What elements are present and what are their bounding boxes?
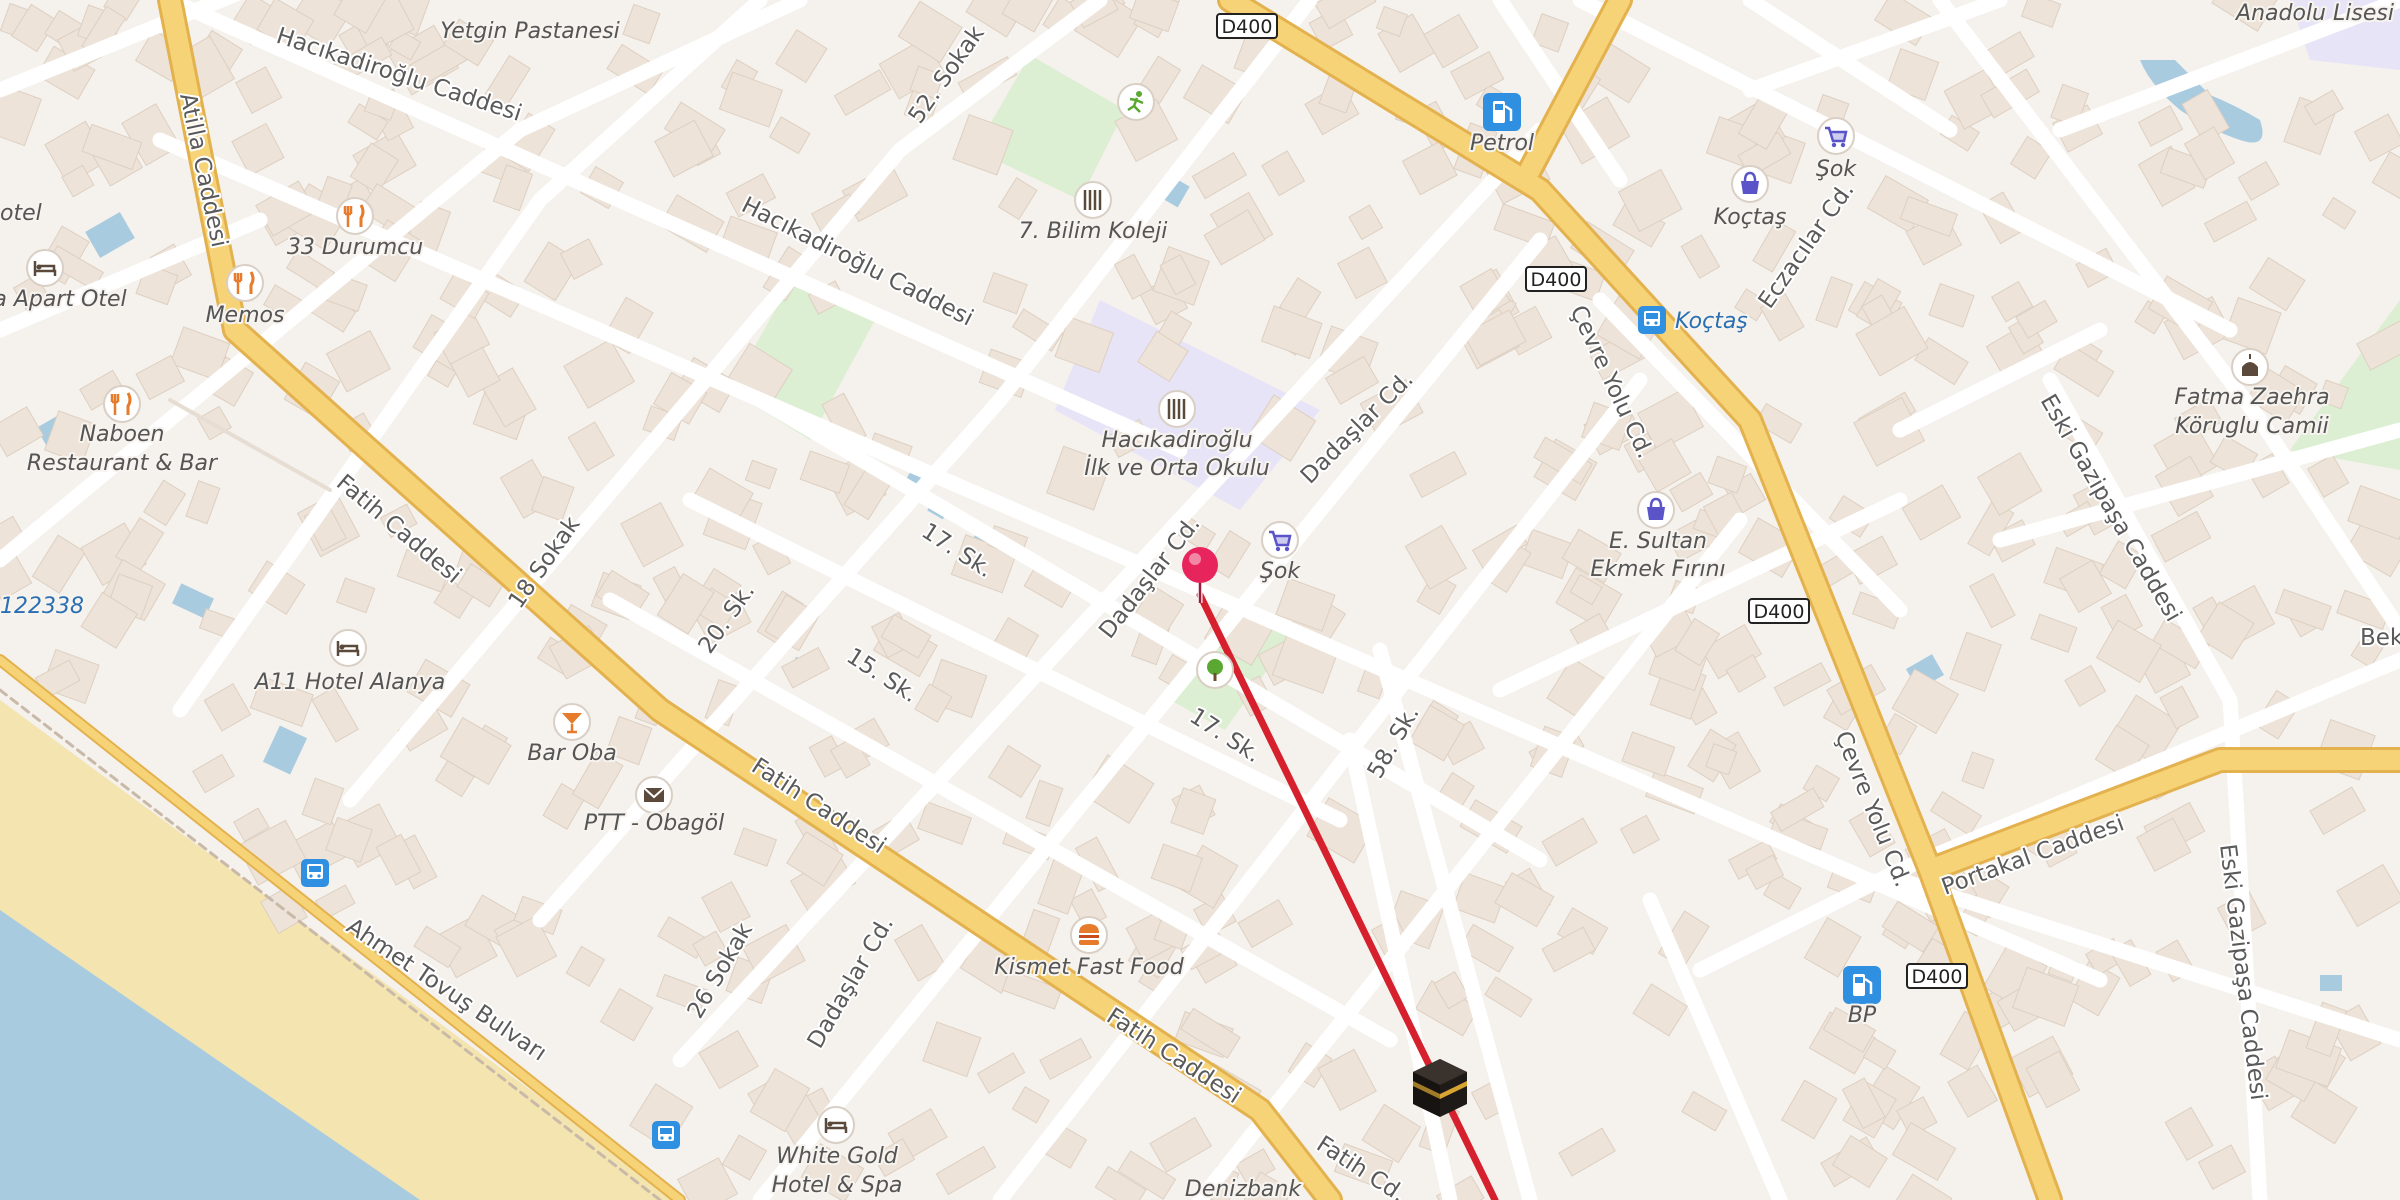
burger-icon [1070, 916, 1108, 954]
poi-label: E. Sultan [1609, 529, 1707, 554]
poi-anadolu-lisesi[interactable]: Anadolu Lisesi [2232, 0, 2396, 28]
poi-denizbank[interactable]: Denizbank [1183, 1175, 1304, 1200]
poi-label: Anadolu Lisesi [2234, 1, 2394, 26]
restaurant-icon [226, 264, 264, 302]
mail-icon [635, 776, 673, 814]
poi-label: Hacıkadiroğlu [1101, 428, 1252, 453]
poi-label: Naboen [80, 422, 165, 447]
poi-label: Ekmek Fırını [1590, 557, 1725, 582]
poi-label: Restaurant & Bar [27, 451, 219, 476]
poi-label: A11 Hotel Alanya [253, 670, 445, 695]
cart-icon [1817, 117, 1855, 155]
hotel-icon [26, 249, 64, 287]
school-icon [1074, 181, 1112, 219]
poi-label: Denizbank [1185, 1177, 1302, 1200]
hotel-icon [817, 1106, 855, 1144]
d400-shield-right: D400 [1748, 598, 1810, 624]
poi-label: Kismet Fast Food [994, 955, 1184, 980]
svg-text:D400: D400 [1222, 16, 1273, 38]
poi-label: Fatma Zaehra [2174, 385, 2329, 410]
svg-text:D400: D400 [1754, 601, 1805, 623]
poi-122338[interactable]: 122338 [0, 592, 86, 621]
poi-bp[interactable]: BP [1843, 966, 1881, 1030]
restaurant-icon [336, 197, 374, 235]
poi-label: Koçtaş [1675, 309, 1748, 334]
tree-icon [1196, 651, 1234, 689]
bus-icon [652, 1121, 680, 1149]
svg-text:D400: D400 [1531, 269, 1582, 291]
poi-label: Yetgin Pastanesi [440, 19, 620, 44]
poi-label: BP [1848, 1003, 1877, 1028]
mosque-icon [2231, 348, 2269, 386]
poi-label: 122338 [0, 594, 84, 619]
school-icon [1158, 390, 1196, 428]
poi-label: Hotel & Spa [772, 1173, 903, 1198]
poi-bus-bottom[interactable] [652, 1121, 680, 1149]
poi-label: Koçtaş [1714, 205, 1787, 230]
poi-yetgin-pastanesi[interactable]: Yetgin Pastanesi [438, 17, 622, 46]
poi-label: Bar Oba [527, 741, 616, 766]
d400-shield-top: D400 [1216, 13, 1278, 39]
fuel-icon [1483, 93, 1521, 131]
bus-icon [1638, 306, 1666, 334]
restaurant-icon [103, 385, 141, 423]
bag-icon [1731, 165, 1769, 203]
poi-label: Petrol [1470, 131, 1534, 156]
poi-label: Memos [206, 303, 285, 328]
d400-shield-bottom: D400 [1906, 963, 1968, 989]
street-bek: Bek [2360, 625, 2400, 651]
poi-label: İlk ve Orta Okulu [1084, 455, 1269, 481]
poi-label: otel [0, 201, 42, 226]
fuel-icon [1843, 966, 1881, 1004]
cocktail-icon [553, 703, 591, 741]
poi-label: Şok [1816, 157, 1857, 182]
poi-park-tree[interactable] [1196, 651, 1234, 689]
poi-sports[interactable] [1117, 83, 1155, 121]
poi-label: Köruglu Camii [2175, 414, 2329, 439]
svg-text:D400: D400 [1912, 966, 1963, 988]
poi-label: PTT - Obagöl [584, 811, 724, 836]
d400-shield-mid: D400 [1525, 266, 1587, 292]
poi-otel-edge[interactable]: otel [0, 199, 44, 228]
cart-icon [1261, 521, 1299, 559]
poi-label: 7. Bilim Koleji [1019, 219, 1168, 244]
poi-koctas-bus[interactable]: Koçtaş [1638, 306, 1750, 336]
poi-label: White Gold [776, 1144, 899, 1169]
running-icon [1117, 83, 1155, 121]
map-canvas[interactable]: Hacıkadiroğlu Caddesi Hacıkadiroğlu Cadd… [0, 0, 2400, 1200]
poi-label: 33 Durumcu [287, 235, 423, 260]
bus-icon [301, 859, 329, 887]
poi-bus-left[interactable] [301, 859, 329, 887]
poi-label: a Apart Otel [0, 287, 127, 312]
hotel-icon [329, 629, 367, 667]
poi-label: Şok [1260, 559, 1301, 584]
bag-icon [1637, 491, 1675, 529]
